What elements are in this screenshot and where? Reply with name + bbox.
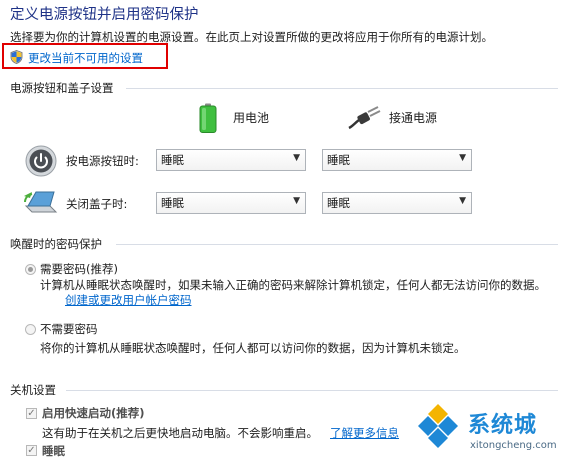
- battery-column-label: 用电池: [233, 111, 270, 125]
- select-value: 睡眠: [327, 196, 350, 210]
- change-account-password-link[interactable]: 创建或更改用户帐户密码: [65, 292, 192, 308]
- no-password-label: 不需要密码: [40, 322, 98, 336]
- require-password-description: 计算机从睡眠状态唤醒时，如果未输入正确的密码来解除计算机锁定，任何人都无法访问你…: [40, 278, 546, 292]
- section-divider: [116, 244, 558, 245]
- section-divider: [126, 88, 558, 89]
- chevron-down-icon: ▼: [293, 153, 300, 163]
- uac-shield-icon: [10, 50, 23, 64]
- chevron-down-icon: ▼: [293, 196, 300, 206]
- sleep-label: 睡眠: [42, 444, 65, 458]
- chevron-down-icon: ▼: [459, 196, 466, 206]
- lid-close-battery-select[interactable]: 睡眠 ▼: [156, 192, 306, 214]
- power-button-icon: [25, 145, 57, 177]
- select-value: 睡眠: [327, 153, 350, 167]
- chevron-down-icon: ▼: [459, 153, 466, 163]
- lid-close-label: 关闭盖子时:: [66, 197, 128, 211]
- require-password-radio[interactable]: [25, 264, 36, 275]
- fast-startup-label: 启用快速启动(推荐): [42, 406, 145, 420]
- power-button-label: 按电源按钮时:: [66, 154, 139, 168]
- lid-close-plugged-select[interactable]: 睡眠 ▼: [322, 192, 472, 214]
- require-password-label: 需要密码(推荐): [40, 262, 118, 276]
- no-password-description: 将你的计算机从睡眠状态唤醒时，任何人都可以访问你的数据，因为计算机未锁定。: [40, 341, 466, 355]
- watermark-text: 系统城: [468, 413, 538, 438]
- power-buttons-section-title: 电源按钮和盖子设置: [10, 81, 114, 95]
- plugged-column-label: 接通电源: [389, 111, 438, 125]
- fast-startup-checkbox[interactable]: ✓: [26, 408, 37, 419]
- select-value: 睡眠: [161, 153, 184, 167]
- learn-more-link[interactable]: 了解更多信息: [330, 425, 399, 441]
- fast-startup-description: 这有助于在关机之后更快地启动电脑。不会影响重启。: [42, 426, 318, 440]
- page-title: 定义电源按钮并启用密码保护: [10, 7, 199, 23]
- shutdown-section-title: 关机设置: [10, 383, 56, 397]
- power-button-plugged-select[interactable]: 睡眠 ▼: [322, 149, 472, 171]
- section-divider: [66, 390, 558, 391]
- power-plug-icon: [348, 106, 381, 130]
- laptop-lid-icon: [24, 191, 58, 213]
- select-value: 睡眠: [161, 196, 184, 210]
- watermark-url: xitongcheng.com: [470, 440, 557, 451]
- power-button-battery-select[interactable]: 睡眠 ▼: [156, 149, 306, 171]
- change-unavailable-settings-link[interactable]: 更改当前不可用的设置: [28, 50, 143, 66]
- no-password-radio[interactable]: [25, 324, 36, 335]
- watermark-logo-icon: [414, 400, 462, 448]
- sleep-checkbox[interactable]: ✓: [26, 445, 37, 456]
- password-section-title: 唤醒时的密码保护: [10, 237, 102, 251]
- battery-icon: [199, 103, 217, 133]
